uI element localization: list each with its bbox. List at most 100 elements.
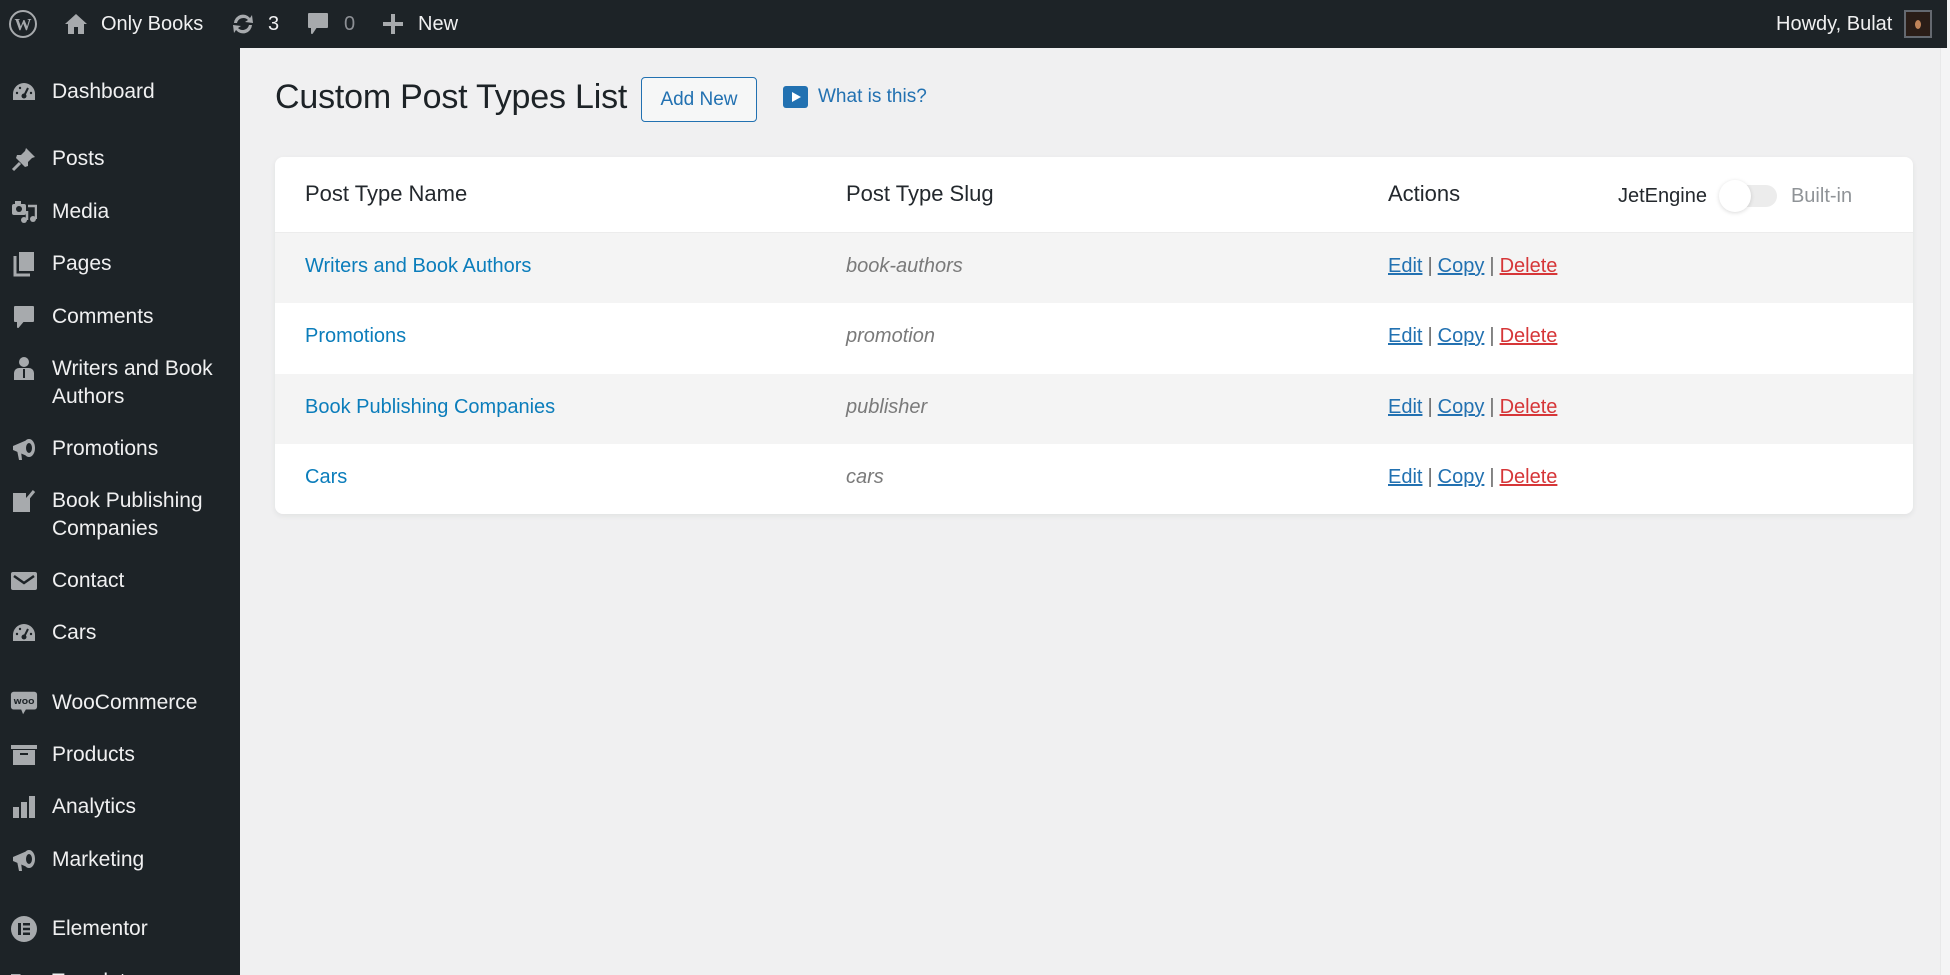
businessman-icon bbox=[10, 355, 38, 383]
table-row: Promotions promotion Edit | Copy | Delete bbox=[275, 303, 1913, 373]
post-types-table: Post Type Name Post Type Slug Actions Je… bbox=[275, 157, 1913, 514]
table-row: Cars cars Edit | Copy | Delete bbox=[275, 444, 1913, 514]
post-type-name-link[interactable]: Book Publishing Companies bbox=[305, 396, 555, 419]
sidebar-item-label: Marketing bbox=[52, 848, 145, 871]
separator: | bbox=[1489, 255, 1495, 277]
envelope-icon bbox=[10, 567, 38, 595]
copy-link[interactable]: Copy bbox=[1438, 396, 1485, 418]
post-type-name-link[interactable]: Writers and Book Authors bbox=[305, 255, 531, 278]
sidebar-item-label: Contact bbox=[52, 569, 125, 592]
sidebar-item-label: Writers and Book Authors bbox=[52, 357, 213, 408]
sidebar-item-label: Elementor bbox=[52, 917, 148, 940]
sidebar-item-label: Analytics bbox=[52, 795, 137, 818]
add-new-button[interactable]: Add New bbox=[641, 77, 757, 122]
greeting: Howdy, Bulat bbox=[1776, 12, 1893, 35]
sidebar-item-label: Dashboard bbox=[52, 80, 155, 103]
copy-link[interactable]: Copy bbox=[1438, 255, 1485, 277]
copy-link[interactable]: Copy bbox=[1438, 466, 1485, 488]
delete-link[interactable]: Delete bbox=[1500, 325, 1558, 347]
scrollbar-track[interactable] bbox=[1940, 48, 1950, 975]
separator: | bbox=[1489, 466, 1495, 488]
copy-link[interactable]: Copy bbox=[1438, 325, 1485, 347]
folder-icon bbox=[10, 968, 38, 975]
sidebar-item-label: Posts bbox=[52, 147, 105, 170]
source-toggle: JetEngine Built-in bbox=[1618, 177, 1852, 215]
toggle-label-jetengine: JetEngine bbox=[1618, 184, 1707, 207]
table-row: Book Publishing Companies publisher Edit | C… bbox=[275, 374, 1913, 444]
post-type-slug: book-authors bbox=[846, 255, 963, 277]
dashboard-gauge-icon bbox=[10, 78, 38, 106]
admin-sidebar: Dashboard Posts Media Pages Comments Writers … bbox=[0, 48, 240, 975]
post-type-name-link[interactable]: Promotions bbox=[305, 325, 406, 348]
toggle-knob bbox=[1718, 180, 1751, 212]
sidebar-item-label: WooCommerce bbox=[52, 691, 198, 714]
source-toggle-switch[interactable] bbox=[1718, 180, 1777, 212]
sidebar-item-label: Cars bbox=[52, 621, 97, 644]
sidebar-item-label: Book Publishing Companies bbox=[52, 489, 203, 540]
new-content-button[interactable]: New bbox=[382, 0, 458, 48]
wordpress-logo-button[interactable]: W bbox=[8, 0, 38, 48]
row-actions: Edit | Copy | Delete bbox=[1388, 255, 1557, 278]
megaphone-icon bbox=[10, 435, 38, 463]
row-actions: Edit | Copy | Delete bbox=[1388, 466, 1557, 489]
page-title: Custom Post Types List bbox=[275, 78, 628, 116]
wordpress-logo-icon: W bbox=[8, 9, 38, 39]
media-camera-music-icon bbox=[10, 198, 38, 226]
column-header-name: Post Type Name bbox=[305, 181, 468, 206]
separator: | bbox=[1427, 466, 1433, 488]
home-icon bbox=[64, 13, 88, 35]
comments-count: 0 bbox=[344, 12, 356, 35]
sidebar-item-label: Media bbox=[52, 200, 110, 223]
comment-bubble-icon bbox=[10, 303, 38, 331]
edit-link[interactable]: Edit bbox=[1388, 255, 1422, 277]
post-type-slug: cars bbox=[846, 466, 884, 488]
updates-count: 3 bbox=[268, 12, 280, 35]
plus-icon bbox=[382, 13, 404, 35]
sidebar-item-label: Promotions bbox=[52, 437, 159, 460]
elementor-icon bbox=[10, 915, 38, 943]
admin-bar: W Only Books 3 0 New Howdy, Bulat bbox=[0, 0, 1947, 48]
megaphone-icon bbox=[10, 846, 38, 874]
post-type-slug: promotion bbox=[846, 325, 935, 347]
video-play-icon bbox=[783, 86, 808, 108]
post-type-slug: publisher bbox=[846, 396, 928, 418]
separator: | bbox=[1427, 325, 1433, 347]
dashboard-gauge-icon bbox=[10, 619, 38, 647]
separator: | bbox=[1427, 255, 1433, 277]
new-label: New bbox=[418, 12, 459, 35]
pushpin-icon bbox=[10, 145, 38, 173]
edit-page-icon bbox=[10, 487, 38, 515]
separator: | bbox=[1489, 396, 1495, 418]
pages-icon bbox=[10, 250, 38, 278]
sidebar-item-label: Pages bbox=[52, 252, 112, 275]
sidebar-item-label: Templates bbox=[52, 968, 232, 975]
row-actions: Edit | Copy | Delete bbox=[1388, 325, 1557, 348]
edit-link[interactable]: Edit bbox=[1388, 396, 1422, 418]
comment-bubble-icon bbox=[307, 12, 329, 36]
post-type-name-link[interactable]: Cars bbox=[305, 466, 347, 489]
site-name: Only Books bbox=[101, 12, 204, 35]
avatar bbox=[1904, 10, 1933, 38]
edit-link[interactable]: Edit bbox=[1388, 466, 1422, 488]
separator: | bbox=[1427, 396, 1433, 418]
what-is-this-label: What is this? bbox=[818, 86, 927, 107]
table-header: Post Type Name Post Type Slug Actions Je… bbox=[275, 157, 1913, 233]
delete-link[interactable]: Delete bbox=[1500, 466, 1558, 488]
woo-icon: WOO bbox=[10, 689, 38, 717]
delete-link[interactable]: Delete bbox=[1500, 255, 1558, 277]
table-row: Writers and Book Authors book-authors Edit… bbox=[275, 233, 1913, 303]
site-name-link[interactable]: Only Books bbox=[64, 0, 203, 48]
delete-link[interactable]: Delete bbox=[1500, 396, 1558, 418]
sidebar-item-label: Products bbox=[52, 743, 135, 766]
svg-text:W: W bbox=[15, 15, 32, 34]
separator: | bbox=[1489, 325, 1495, 347]
updates-link[interactable]: 3 bbox=[230, 0, 279, 48]
svg-text:WOO: WOO bbox=[14, 697, 35, 706]
user-account-menu[interactable]: Howdy, Bulat bbox=[1776, 0, 1933, 48]
what-is-this-link[interactable]: What is this? bbox=[783, 86, 927, 108]
archive-box-icon bbox=[10, 741, 38, 769]
edit-link[interactable]: Edit bbox=[1388, 325, 1422, 347]
toggle-label-builtin: Built-in bbox=[1790, 184, 1853, 207]
row-actions: Edit | Copy | Delete bbox=[1388, 396, 1557, 419]
comments-link[interactable]: 0 bbox=[307, 0, 355, 48]
